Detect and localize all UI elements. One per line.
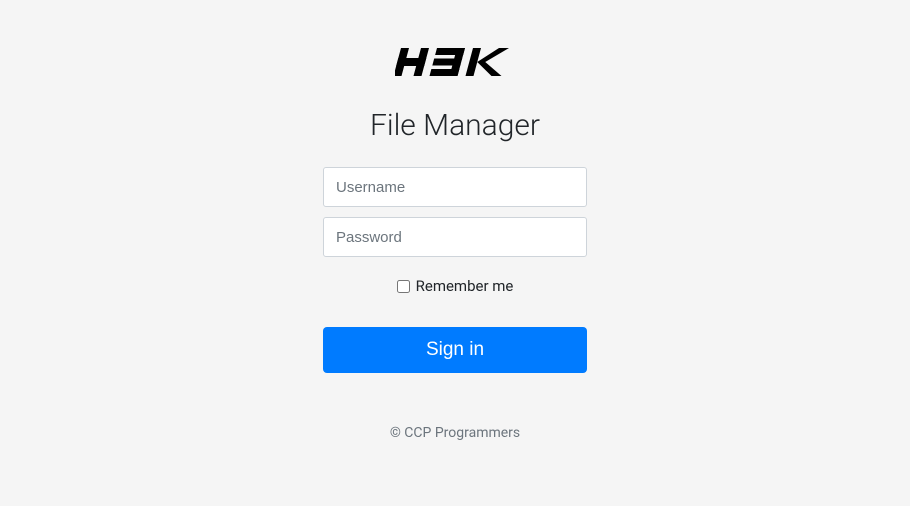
footer-text: © CCP Programmers xyxy=(390,425,520,441)
login-form: Remember me Sign in © CCP Programmers xyxy=(323,167,587,441)
remember-me-wrapper: Remember me xyxy=(397,277,514,295)
remember-me-label: Remember me xyxy=(416,277,514,295)
username-input[interactable] xyxy=(323,167,587,207)
remember-me-checkbox[interactable] xyxy=(397,280,410,293)
brand-logo xyxy=(395,48,515,80)
page-title: File Manager xyxy=(370,108,540,143)
password-input[interactable] xyxy=(323,217,587,257)
signin-button[interactable]: Sign in xyxy=(323,327,587,373)
